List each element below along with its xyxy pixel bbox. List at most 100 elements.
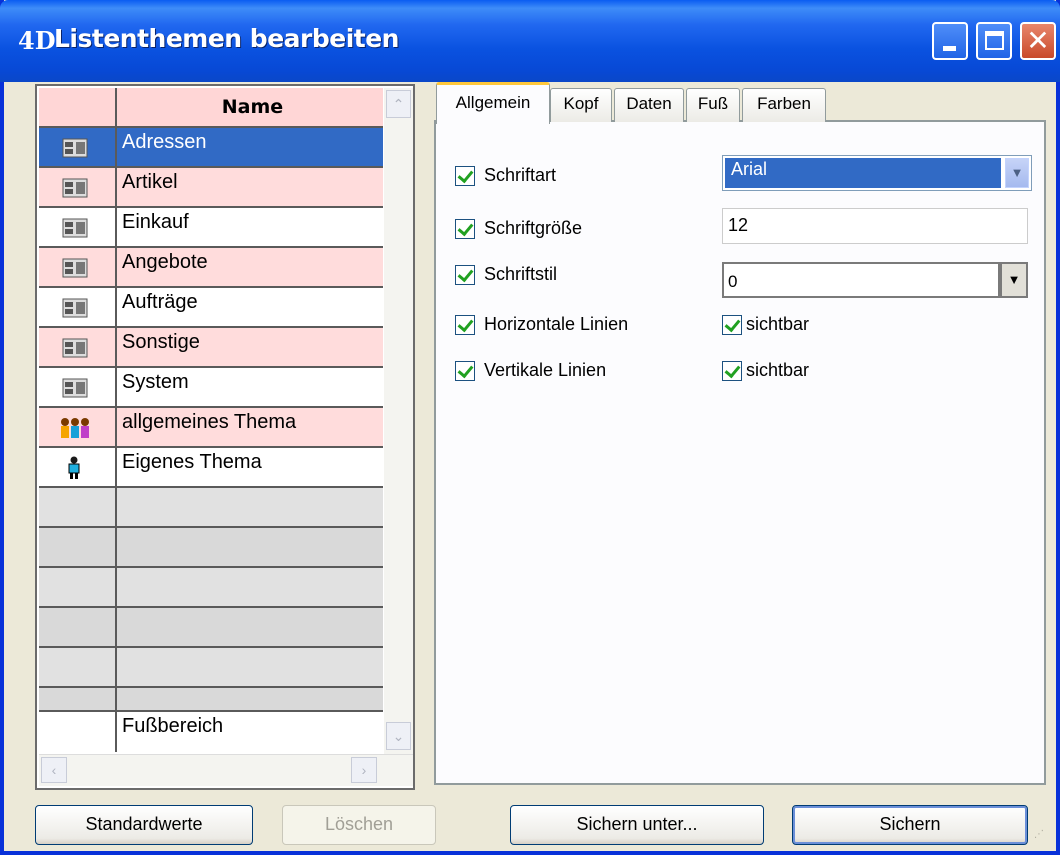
table-icon [62, 298, 88, 318]
list-item-label: System [122, 371, 189, 393]
tab-allgemein[interactable]: Allgemein [436, 82, 550, 124]
row-icon-cell [39, 328, 117, 366]
table-icon [62, 258, 88, 278]
minimize-button[interactable] [932, 22, 968, 60]
list-item[interactable]: Eigenes Thema [39, 448, 383, 488]
empty-row[interactable] [39, 688, 383, 712]
hlines-visible-checkbox[interactable] [722, 315, 742, 335]
dialog-window: 4D Listenthemen bearbeiten ✕ Name Adress… [0, 0, 1060, 855]
footer-label: Fußbereich [122, 715, 224, 737]
defaults-button[interactable]: Standardwerte [35, 805, 253, 845]
font-select-value: Arial [725, 158, 1001, 188]
resize-grip-icon[interactable]: ⋰ [1034, 829, 1048, 843]
empty-row[interactable] [39, 488, 383, 528]
row-icon-cell [39, 408, 117, 446]
list-item-label: Eigenes Thema [122, 451, 262, 473]
tab-daten[interactable]: Daten [614, 88, 684, 122]
vlines-checkbox[interactable] [455, 361, 475, 381]
style-label: Schriftstil [484, 264, 558, 284]
vlines-label: Vertikale Linien [484, 360, 607, 380]
save-button[interactable]: Sichern [792, 805, 1028, 845]
group-icon [61, 418, 89, 438]
row-icon-cell [39, 448, 117, 486]
theme-list[interactable]: Name Adressen Artikel Einkauf Angebote A… [35, 84, 415, 790]
person-icon [68, 456, 80, 479]
table-icon [62, 338, 88, 358]
list-item-label: Sonstige [122, 331, 200, 353]
footer-icon-cell [39, 712, 117, 752]
theme-list-rows: Name Adressen Artikel Einkauf Angebote A… [39, 88, 383, 752]
row-icon-cell [39, 168, 117, 206]
save-as-button[interactable]: Sichern unter... [510, 805, 764, 845]
list-item[interactable]: Einkauf [39, 208, 383, 248]
row-icon-cell [39, 288, 117, 326]
row-icon-cell [39, 248, 117, 286]
icon-column-header [39, 88, 117, 126]
empty-cell [39, 488, 117, 526]
font-select[interactable]: Arial ▼ [722, 155, 1032, 191]
scroll-up-icon[interactable]: ⌃ [386, 90, 411, 118]
table-icon [62, 138, 88, 158]
row-icon-cell [39, 208, 117, 246]
hlines-label: Horizontale Linien [484, 314, 629, 334]
empty-cell [39, 608, 117, 646]
chevron-down-icon[interactable]: ▼ [1005, 158, 1029, 188]
close-icon: ✕ [1026, 25, 1050, 56]
font-checkbox[interactable] [455, 166, 475, 186]
empty-row[interactable] [39, 648, 383, 688]
list-item[interactable]: Sonstige [39, 328, 383, 368]
empty-row[interactable] [39, 528, 383, 568]
scroll-right-icon[interactable]: › [351, 757, 377, 783]
list-item[interactable]: Angebote [39, 248, 383, 288]
app-logo: 4D [18, 26, 56, 55]
row-icon-cell [39, 368, 117, 406]
empty-cell [39, 648, 117, 686]
list-item-label: Einkauf [122, 211, 189, 233]
vlines-visible-label: sichtbar [746, 360, 810, 380]
row-icon-cell [39, 128, 117, 166]
list-item-label: Artikel [122, 171, 178, 193]
list-item-label: allgemeines Thema [122, 411, 297, 433]
list-item[interactable]: System [39, 368, 383, 408]
maximize-icon [985, 31, 1004, 50]
list-item-label: Angebote [122, 251, 208, 273]
scroll-left-icon[interactable]: ‹ [41, 757, 67, 783]
list-item[interactable]: allgemeines Thema [39, 408, 383, 448]
font-label: Schriftart [484, 165, 557, 185]
empty-row[interactable] [39, 608, 383, 648]
tab-farben[interactable]: Farben [742, 88, 826, 122]
list-item-label: Adressen [122, 131, 207, 153]
font-style-field[interactable]: 0 [722, 262, 1000, 298]
list-footer: Fußbereich [39, 712, 383, 752]
list-item[interactable]: Artikel [39, 168, 383, 208]
empty-row[interactable] [39, 568, 383, 608]
empty-cell [39, 568, 117, 606]
list-item-label: Aufträge [122, 291, 198, 313]
maximize-button[interactable] [976, 22, 1012, 60]
list-item[interactable]: Aufträge [39, 288, 383, 328]
table-icon [62, 218, 88, 238]
table-icon [62, 178, 88, 198]
vlines-visible-checkbox[interactable] [722, 361, 742, 381]
empty-cell [39, 528, 117, 566]
tab-kopf[interactable]: Kopf [550, 88, 612, 122]
size-checkbox[interactable] [455, 219, 475, 239]
hlines-checkbox[interactable] [455, 315, 475, 335]
scroll-down-icon[interactable]: ⌄ [386, 722, 411, 750]
style-checkbox[interactable] [455, 265, 475, 285]
minimize-icon [943, 46, 956, 51]
vertical-scrollbar[interactable]: ⌃ ⌄ [384, 88, 413, 754]
hlines-visible-label: sichtbar [746, 314, 810, 334]
font-size-input[interactable]: 12 [722, 208, 1028, 244]
list-item[interactable]: Adressen [39, 128, 383, 168]
close-button[interactable]: ✕ [1020, 22, 1056, 60]
tab-fuss[interactable]: Fuß [686, 88, 740, 122]
horizontal-scrollbar[interactable]: ‹ › [39, 754, 413, 786]
title-bar[interactable]: 4D Listenthemen bearbeiten ✕ [0, 0, 1060, 82]
window-title: Listenthemen bearbeiten [54, 24, 399, 53]
name-column-header: Name [221, 96, 284, 118]
table-icon [62, 378, 88, 398]
list-header[interactable]: Name [39, 88, 383, 128]
delete-button[interactable]: Löschen [282, 805, 436, 845]
style-dropdown-icon[interactable]: ▼ [1000, 262, 1028, 298]
